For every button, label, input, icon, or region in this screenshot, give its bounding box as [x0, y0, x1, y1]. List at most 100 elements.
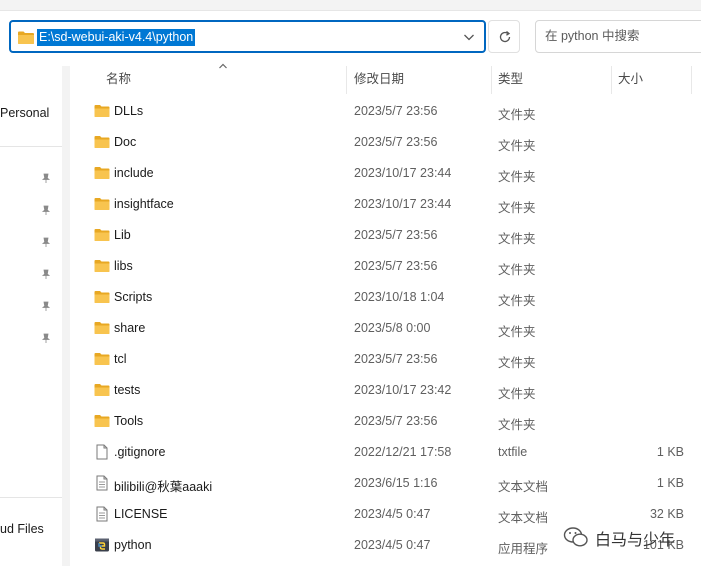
file-date-modified: 2023/6/15 1:16	[354, 476, 438, 490]
file-size: 1 KB	[656, 445, 684, 459]
file-date-modified: 2023/4/5 0:47	[354, 538, 431, 552]
file-row[interactable]: bilibili@秋葉aaaki 2023/6/15 1:16 文本文档 1 KB	[86, 469, 701, 499]
folder-icon	[94, 320, 110, 336]
file-row[interactable]: .gitignore 2022/12/21 17:58 txtfile 1 KB	[86, 438, 701, 468]
file-type: 文本文档	[498, 480, 549, 494]
file-row[interactable]: DLLs 2023/5/7 23:56 文件夹	[86, 97, 701, 127]
file-date-modified: 2023/10/18 1:04	[354, 290, 445, 304]
python-app-icon	[94, 537, 110, 553]
file-type: 文本文档	[498, 511, 549, 525]
column-separator[interactable]	[611, 66, 612, 94]
column-header-name[interactable]: 名称	[106, 68, 131, 90]
column-separator[interactable]	[691, 66, 692, 94]
watermark-text: 白马与少年	[595, 532, 676, 549]
file-name: include	[114, 166, 154, 180]
column-header-size[interactable]: 大小	[618, 68, 643, 90]
file-type: 文件夹	[498, 139, 536, 153]
file-name: tcl	[114, 352, 127, 366]
folder-icon	[94, 196, 110, 212]
file-type: 文件夹	[498, 356, 536, 370]
pin-icon[interactable]	[40, 204, 52, 216]
file-row[interactable]: Tools 2023/5/7 23:56 文件夹	[86, 407, 701, 437]
file-row[interactable]: Lib 2023/5/7 23:56 文件夹	[86, 221, 701, 251]
file-date-modified: 2023/5/7 23:56	[354, 104, 438, 118]
pin-icon[interactable]	[40, 236, 52, 248]
folder-icon	[94, 351, 110, 367]
file-date-modified: 2023/4/5 0:47	[354, 507, 431, 521]
nav-divider	[0, 497, 62, 498]
column-header-type[interactable]: 类型	[498, 68, 523, 90]
pin-icon[interactable]	[40, 172, 52, 184]
file-date-modified: 2023/5/7 23:56	[354, 259, 438, 273]
file-date-modified: 2023/5/8 0:00	[354, 321, 431, 335]
file-name: bilibili@秋葉aaaki	[114, 480, 213, 494]
column-separator[interactable]	[346, 66, 347, 94]
file-row[interactable]: tcl 2023/5/7 23:56 文件夹	[86, 345, 701, 375]
text-file-icon	[94, 506, 110, 522]
file-name: Lib	[114, 228, 131, 242]
folder-icon	[94, 165, 110, 181]
file-name: LICENSE	[114, 507, 168, 521]
column-separator[interactable]	[491, 66, 492, 94]
file-type: 文件夹	[498, 170, 536, 184]
pin-icon[interactable]	[40, 268, 52, 280]
address-bar[interactable]: E:\sd-webui-aki-v4.4\python	[9, 20, 486, 53]
nav-item-cloud-files[interactable]: ud Files	[0, 522, 44, 536]
search-input[interactable]	[536, 21, 695, 50]
file-type: 文件夹	[498, 325, 536, 339]
refresh-button[interactable]	[488, 20, 520, 53]
file-name: DLLs	[114, 104, 144, 118]
file-size: 32 KB	[649, 507, 684, 521]
file-type: 文件夹	[498, 418, 536, 432]
file-type: 应用程序	[498, 542, 549, 556]
folder-icon	[94, 134, 110, 150]
file-name: Tools	[114, 414, 144, 428]
file-type: 文件夹	[498, 294, 536, 308]
file-name: Doc	[114, 135, 137, 149]
text-file-icon	[94, 475, 110, 491]
chevron-down-icon[interactable]	[463, 32, 475, 42]
file-type: 文件夹	[498, 108, 536, 122]
address-path[interactable]: E:\sd-webui-aki-v4.4\python	[37, 29, 196, 46]
file-type: 文件夹	[498, 387, 536, 401]
pin-icon[interactable]	[40, 332, 52, 344]
folder-icon	[18, 31, 34, 44]
folder-icon	[94, 258, 110, 274]
nav-item-personal[interactable]: Personal	[0, 106, 49, 120]
file-date-modified: 2023/5/7 23:56	[354, 414, 438, 428]
file-type: 文件夹	[498, 232, 536, 246]
search-box[interactable]	[535, 20, 701, 53]
file-row[interactable]: insightface 2023/10/17 23:44 文件夹	[86, 190, 701, 220]
folder-icon	[94, 289, 110, 305]
file-name: tests	[114, 383, 141, 397]
file-row[interactable]: share 2023/5/8 0:00 文件夹	[86, 314, 701, 344]
folder-icon	[94, 413, 110, 429]
navigation-pane	[0, 62, 62, 566]
column-header-date[interactable]: 修改日期	[354, 68, 404, 90]
file-name: python	[114, 538, 152, 552]
folder-icon	[94, 227, 110, 243]
file-date-modified: 2023/5/7 23:56	[354, 352, 438, 366]
file-type: txtfile	[498, 445, 528, 459]
sort-ascending-icon	[219, 63, 227, 69]
file-name: insightface	[114, 197, 174, 211]
file-row[interactable]: include 2023/10/17 23:44 文件夹	[86, 159, 701, 189]
file-date-modified: 2023/10/17 23:42	[354, 383, 452, 397]
file-date-modified: 2022/12/21 17:58	[354, 445, 452, 459]
file-row[interactable]: Doc 2023/5/7 23:56 文件夹	[86, 128, 701, 158]
file-type: 文件夹	[498, 201, 536, 215]
file-row[interactable]: tests 2023/10/17 23:42 文件夹	[86, 376, 701, 406]
file-name: .gitignore	[114, 445, 166, 459]
refresh-icon	[499, 31, 511, 43]
pin-icon[interactable]	[40, 300, 52, 312]
file-row[interactable]: libs 2023/5/7 23:56 文件夹	[86, 252, 701, 282]
window-top-strip	[0, 0, 701, 11]
folder-icon	[94, 103, 110, 119]
file-date-modified: 2023/5/7 23:56	[354, 135, 438, 149]
file-row[interactable]: Scripts 2023/10/18 1:04 文件夹	[86, 283, 701, 313]
nav-scrollbar[interactable]	[62, 66, 70, 566]
nav-divider	[0, 146, 62, 147]
file-type: 文件夹	[498, 263, 536, 277]
file-date-modified: 2023/10/17 23:44	[354, 197, 452, 211]
folder-icon	[94, 382, 110, 398]
